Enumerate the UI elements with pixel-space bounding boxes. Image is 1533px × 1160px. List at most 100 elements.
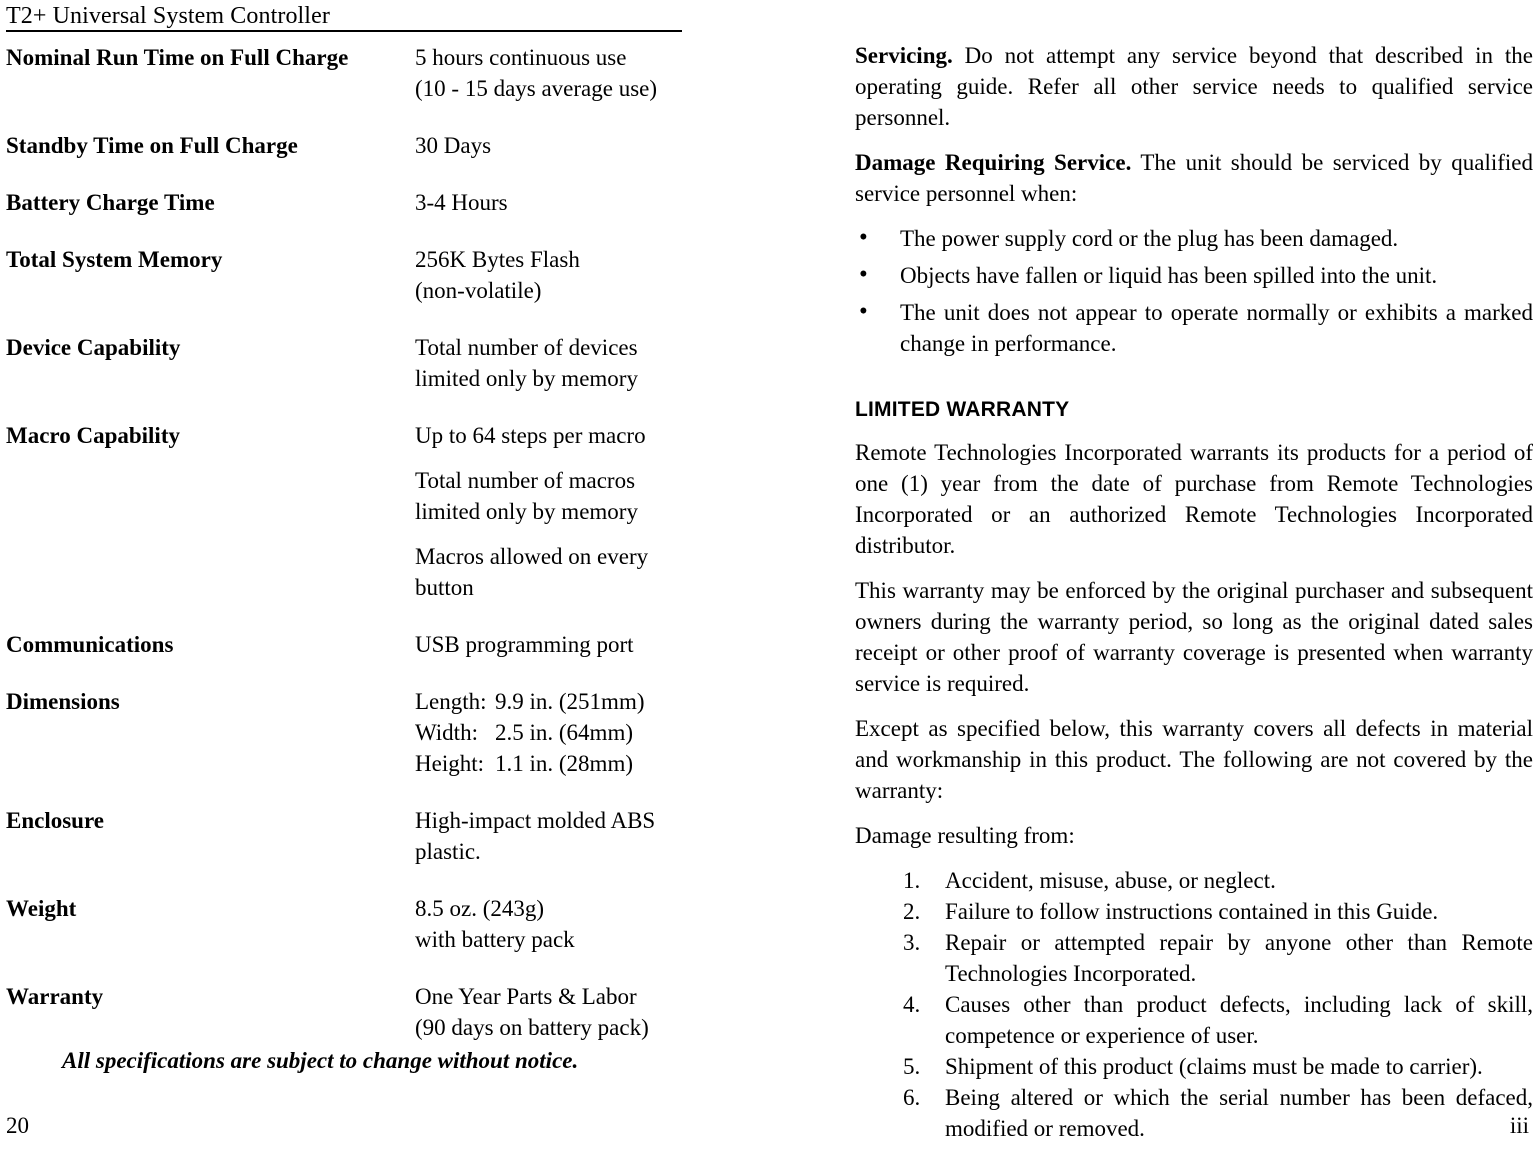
spec-row: Nominal Run Time on Full Charge 5 hours c… bbox=[6, 42, 696, 104]
spec-value: 5 hours continuous use (10 - 15 days aver… bbox=[415, 42, 696, 104]
spec-value-line: limited only by memory bbox=[415, 366, 638, 391]
spec-label: Nominal Run Time on Full Charge bbox=[6, 45, 349, 70]
dimension-value: 9.9 in. (251mm) bbox=[495, 689, 645, 714]
spec-value-line: Macros allowed on every bbox=[415, 544, 649, 569]
spec-value: Total number of devices limited only by m… bbox=[415, 332, 696, 394]
spec-value: USB programming port bbox=[415, 629, 696, 660]
spec-value-line: 8.5 oz. (243g) bbox=[415, 896, 545, 921]
dimension-line: Height: 1.1 in. (28mm) bbox=[415, 748, 696, 779]
spec-row: Weight 8.5 oz. (243g) with battery pack bbox=[6, 893, 696, 955]
spec-value-paragraph: High-impact molded ABS plastic. bbox=[415, 805, 696, 867]
spec-label: Standby Time on Full Charge bbox=[6, 133, 298, 158]
spec-value: 3-4 Hours bbox=[415, 187, 696, 218]
spec-value-line: (90 days on battery pack) bbox=[415, 1015, 649, 1040]
spec-value-line: (non-volatile) bbox=[415, 278, 542, 303]
spec-value-line: Up to 64 steps per macro bbox=[415, 423, 646, 448]
spec-value: High-impact molded ABS plastic. bbox=[415, 805, 696, 867]
damage-condition-item: Objects have fallen or liquid has been s… bbox=[855, 259, 1533, 291]
dimension-key: Length: bbox=[415, 689, 487, 714]
spec-value-line: Total number of devices bbox=[415, 335, 638, 360]
spec-label: Communications bbox=[6, 632, 174, 657]
spec-value-line: plastic. bbox=[415, 839, 481, 864]
warranty-exclusion-item: Repair or attempted repair by anyone oth… bbox=[903, 927, 1533, 986]
spec-value-line: 5 hours continuous use bbox=[415, 45, 627, 70]
spec-value-paragraph: 5 hours continuous use (10 - 15 days aver… bbox=[415, 42, 696, 104]
spec-value-paragraph: Total number of devices limited only by m… bbox=[415, 332, 696, 394]
spec-value-line: High-impact molded ABS bbox=[415, 808, 656, 833]
spec-row: Macro Capability Up to 64 steps per macro… bbox=[6, 420, 696, 603]
spec-value-line: One Year Parts & Labor bbox=[415, 984, 637, 1009]
page-number-right: iii bbox=[1509, 1113, 1529, 1138]
servicing-lead-label: Servicing. bbox=[855, 43, 953, 68]
dimension-key: Height: bbox=[415, 751, 484, 776]
spec-value-paragraph: One Year Parts & Labor (90 days on batter… bbox=[415, 981, 696, 1043]
running-header-title: T2+ Universal System Controller bbox=[6, 3, 330, 29]
spec-label: Weight bbox=[6, 896, 77, 921]
spec-row: Warranty One Year Parts & Labor (90 days o… bbox=[6, 981, 696, 1043]
spec-value-paragraph: 3-4 Hours bbox=[415, 187, 696, 218]
spec-row: Standby Time on Full Charge 30 Days bbox=[6, 130, 696, 161]
spec-label: Macro Capability bbox=[6, 423, 180, 448]
warranty-exclusions-list: Accident, misuse, abuse, or neglect. Fail… bbox=[855, 865, 1533, 1144]
spec-value-paragraph: USB programming port bbox=[415, 629, 696, 660]
dimension-value: 1.1 in. (28mm) bbox=[495, 751, 633, 776]
safety-and-warranty-column: Servicing. Do not attempt any service be… bbox=[855, 40, 1533, 1144]
warranty-paragraph: Except as specified below, this warranty… bbox=[855, 716, 1533, 803]
spec-value-paragraph: Up to 64 steps per macro bbox=[415, 420, 696, 451]
spec-row: Device Capability Total number of devices… bbox=[6, 332, 696, 394]
dimension-line: Width: 2.5 in. (64mm) bbox=[415, 717, 696, 748]
spec-row: Battery Charge Time 3-4 Hours bbox=[6, 187, 696, 218]
spec-value: 30 Days bbox=[415, 130, 696, 161]
spec-value-line: limited only by memory bbox=[415, 499, 638, 524]
page-number-left: 20 bbox=[6, 1113, 29, 1138]
spec-value: One Year Parts & Labor (90 days on batter… bbox=[415, 981, 696, 1043]
spec-value-line: USB programming port bbox=[415, 632, 634, 657]
specifications-change-note: All specifications are subject to change… bbox=[62, 1048, 579, 1073]
damage-requiring-service-lead-label: Damage Requiring Service. bbox=[855, 150, 1132, 175]
spec-value: Up to 64 steps per macro Total number of … bbox=[415, 420, 696, 603]
spec-value-line: with battery pack bbox=[415, 927, 575, 952]
spec-value-paragraph: 256K Bytes Flash (non-volatile) bbox=[415, 244, 696, 306]
spec-label: Device Capability bbox=[6, 335, 181, 360]
spec-value-line: (10 - 15 days average use) bbox=[415, 76, 658, 101]
warranty-paragraph: Damage resulting from: bbox=[855, 823, 1075, 848]
spec-value-line: button bbox=[415, 575, 474, 600]
spec-value-paragraph: Macros allowed on every button bbox=[415, 541, 696, 603]
warranty-paragraph: Remote Technologies Incorporated warrant… bbox=[855, 440, 1533, 558]
spec-row: Dimensions Length: 9.9 in. (251mm) Width: 2.… bbox=[6, 686, 696, 779]
spec-label: Total System Memory bbox=[6, 247, 223, 272]
spec-value-line: Total number of macros bbox=[415, 468, 636, 493]
spec-value: Length: 9.9 in. (251mm) Width: 2.5 in. (64m… bbox=[415, 686, 696, 779]
spec-value-paragraph: Total number of macros limited only by me… bbox=[415, 465, 696, 527]
damage-conditions-list: The power supply cord or the plug has be… bbox=[855, 222, 1533, 359]
servicing-paragraph: Servicing. Do not attempt any service be… bbox=[855, 40, 1533, 133]
dimension-key: Width: bbox=[415, 720, 478, 745]
spec-label: Dimensions bbox=[6, 689, 120, 714]
warranty-exclusion-item: Being altered or which the serial number… bbox=[903, 1082, 1533, 1141]
warranty-exclusion-item: Shipment of this product (claims must be… bbox=[903, 1051, 1483, 1082]
damage-requiring-service-paragraph: Damage Requiring Service. The unit shoul… bbox=[855, 147, 1533, 209]
dimension-line: Length: 9.9 in. (251mm) bbox=[415, 686, 696, 717]
damage-condition-item: The unit does not appear to operate norm… bbox=[855, 296, 1533, 359]
spec-label: Battery Charge Time bbox=[6, 190, 215, 215]
spec-label: Warranty bbox=[6, 984, 104, 1009]
spec-value-paragraph: 30 Days bbox=[415, 130, 696, 161]
warranty-exclusion-item: Failure to follow instructions contained… bbox=[903, 896, 1439, 927]
spec-value-paragraph: 8.5 oz. (243g) with battery pack bbox=[415, 893, 696, 955]
damage-condition-item: The power supply cord or the plug has be… bbox=[855, 222, 1533, 254]
warranty-exclusion-item: Accident, misuse, abuse, or neglect. bbox=[903, 865, 1276, 896]
spec-value: 8.5 oz. (243g) with battery pack bbox=[415, 893, 696, 955]
spec-label: Enclosure bbox=[6, 808, 104, 833]
spec-row: Communications USB programming port bbox=[6, 629, 696, 660]
warranty-exclusion-item: Causes other than product defects, inclu… bbox=[903, 989, 1533, 1048]
spec-row: Enclosure High-impact molded ABS plastic. bbox=[6, 805, 696, 867]
limited-warranty-heading: LIMITED WARRANTY bbox=[855, 398, 1070, 421]
specifications-table: Nominal Run Time on Full Charge 5 hours c… bbox=[6, 42, 696, 1069]
servicing-body-text: Do not attempt any service beyond that d… bbox=[855, 43, 1533, 130]
spec-row: Total System Memory 256K Bytes Flash (non-… bbox=[6, 244, 696, 306]
spec-value-line: 256K Bytes Flash bbox=[415, 247, 580, 272]
spec-value-line: 3-4 Hours bbox=[415, 190, 508, 215]
document-page: T2+ Universal System Controller Nominal … bbox=[0, 0, 1533, 1160]
spec-value: 256K Bytes Flash (non-volatile) bbox=[415, 244, 696, 306]
warranty-paragraph: This warranty may be enforced by the ori… bbox=[855, 578, 1533, 696]
